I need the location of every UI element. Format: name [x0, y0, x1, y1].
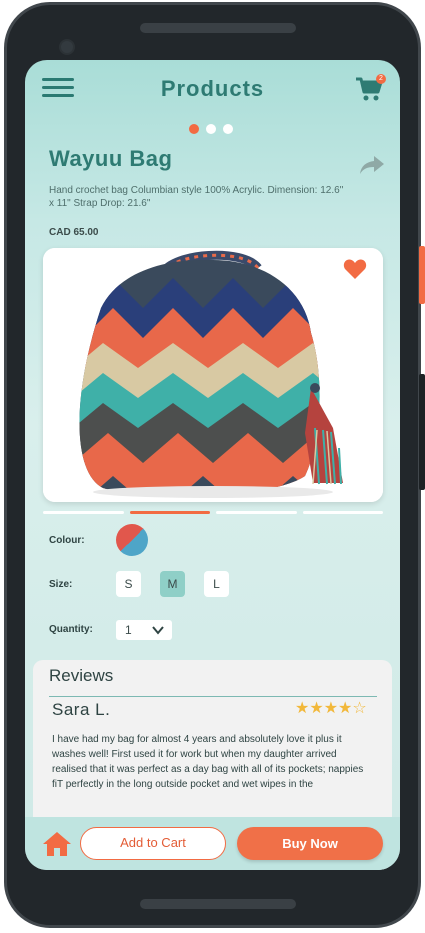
- carousel-dot[interactable]: [189, 124, 199, 134]
- carousel-dots: [189, 124, 233, 134]
- chevron-down-icon: [152, 626, 164, 635]
- side-button-volume[interactable]: [419, 374, 425, 490]
- home-icon[interactable]: [42, 831, 72, 857]
- colour-swatch[interactable]: [116, 524, 148, 556]
- review-text: I have had my bag for almost 4 years and…: [52, 734, 364, 790]
- gallery-tabs: [43, 511, 383, 514]
- size-option-s[interactable]: S: [116, 571, 141, 597]
- product-price: CAD 65.00: [49, 227, 99, 238]
- gallery-tab[interactable]: [129, 511, 210, 514]
- side-button-power[interactable]: [419, 246, 425, 304]
- size-label: Size:: [49, 579, 73, 590]
- product-image-card[interactable]: [43, 248, 383, 502]
- product-name: Wayuu Bag: [49, 146, 173, 171]
- carousel-dot[interactable]: [223, 124, 233, 134]
- top-speaker: [140, 23, 296, 33]
- buy-now-button[interactable]: Buy Now: [237, 827, 383, 860]
- page-title: Products: [160, 76, 265, 101]
- quantity-value: 1: [125, 623, 132, 637]
- size-option-m[interactable]: M: [160, 571, 185, 597]
- front-camera: [59, 39, 75, 55]
- size-option-l[interactable]: L: [204, 571, 229, 597]
- gallery-tab[interactable]: [302, 511, 383, 514]
- bottom-action-bar: Add to Cart Buy Now: [25, 817, 400, 870]
- product-description: Hand crochet bag Columbian style 100% Ac…: [49, 185, 344, 209]
- favourite-heart-icon[interactable]: [343, 258, 367, 280]
- gallery-tab[interactable]: [216, 511, 297, 514]
- cart-count-badge: 2: [376, 74, 386, 84]
- product-image: [43, 248, 383, 502]
- colour-label: Colour:: [49, 535, 85, 546]
- bottom-speaker: [140, 899, 296, 909]
- carousel-dot[interactable]: [206, 124, 216, 134]
- add-to-cart-button[interactable]: Add to Cart: [80, 827, 226, 860]
- app-screen: Products 2 Wayuu Bag Hand crochet bag Co…: [25, 60, 400, 870]
- review-author: Sara L.: [52, 700, 111, 719]
- star-rating: ★★★★☆: [295, 698, 367, 717]
- gallery-tab[interactable]: [43, 511, 124, 514]
- reviews-section: Reviews Sara L. ★★★★☆ I have had my bag …: [33, 660, 392, 830]
- quantity-label: Quantity:: [49, 624, 93, 635]
- quantity-select[interactable]: 1: [116, 620, 172, 640]
- reviews-title: Reviews: [49, 666, 114, 685]
- share-icon[interactable]: [359, 154, 385, 176]
- divider: [49, 696, 377, 697]
